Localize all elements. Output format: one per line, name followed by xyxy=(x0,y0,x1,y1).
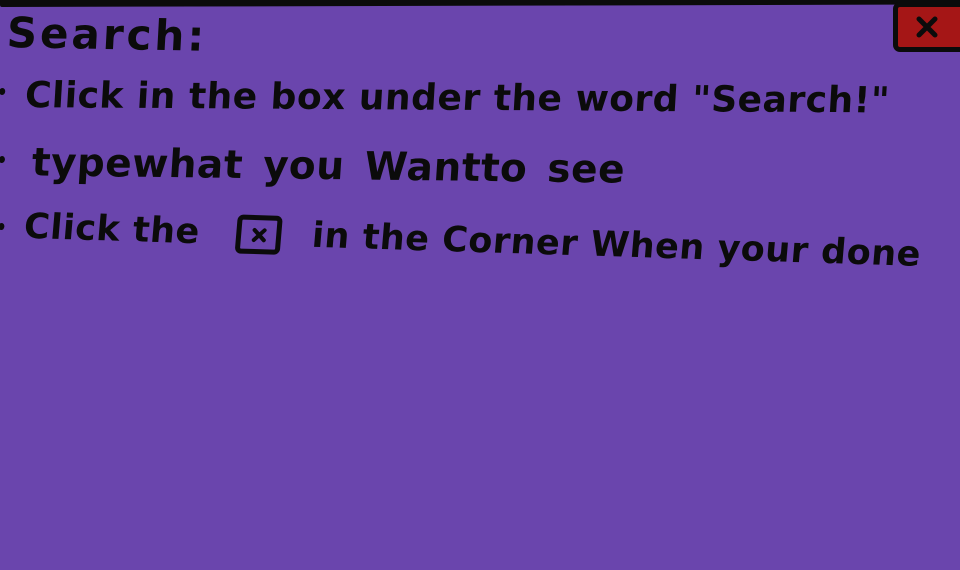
bullet-icon xyxy=(0,222,5,231)
bullet-icon xyxy=(0,87,6,96)
close-button[interactable] xyxy=(893,2,960,52)
instruction-item: typewhat you Wantto see xyxy=(0,140,627,193)
instruction-item: Click the in the Corner When your done xyxy=(0,206,923,275)
instruction-text: typewhat you Wantto see xyxy=(30,140,627,193)
instruction-text-before: Click the xyxy=(22,206,202,253)
search-window: Search: Click in the box under the word … xyxy=(0,0,960,570)
x-box-icon xyxy=(234,214,284,255)
window-top-border xyxy=(0,0,960,7)
instruction-text: Click in the box under the word "Search!… xyxy=(23,75,892,122)
bullet-icon xyxy=(0,155,6,164)
instruction-text-after: in the Corner When your done xyxy=(310,215,923,275)
instruction-item: Click in the box under the word "Search!… xyxy=(0,75,892,122)
search-title: Search: xyxy=(5,8,209,61)
close-icon xyxy=(916,16,938,38)
